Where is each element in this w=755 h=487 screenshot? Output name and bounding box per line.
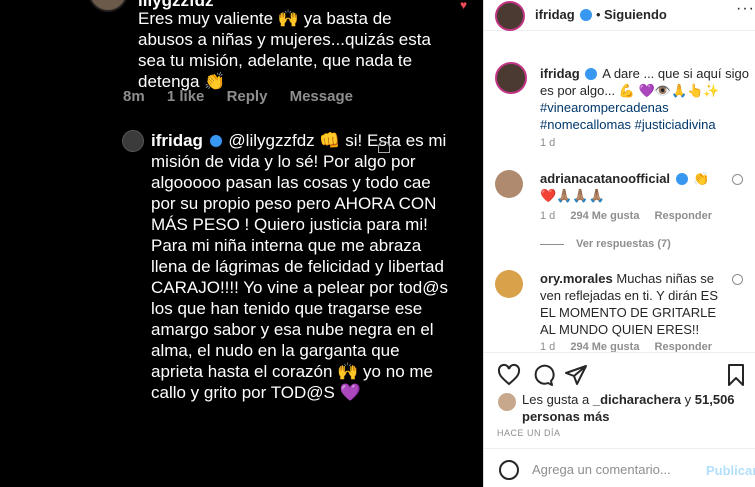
- save-icon[interactable]: [724, 363, 748, 387]
- reply-text: @lilygzzfdz 👊 si! Esta es mi misión de v…: [151, 131, 448, 402]
- following-button[interactable]: Siguiendo: [604, 7, 667, 22]
- meta-likes: 1 like: [166, 88, 205, 105]
- verified-icon: [580, 8, 593, 21]
- likes-prefix: Les gusta a: [522, 392, 590, 407]
- separator-dot: •: [596, 7, 601, 22]
- liker-avatar[interactable]: [497, 392, 517, 412]
- likes-summary: Les gusta a _dicharachera y 51,506 perso…: [522, 391, 752, 425]
- post-timestamp[interactable]: HACE UN DÍA: [497, 428, 561, 438]
- more-options-icon[interactable]: ···: [736, 0, 755, 18]
- comment-avatar[interactable]: [495, 170, 523, 198]
- add-comment-bar: Publicar: [484, 448, 755, 487]
- like-comment-icon[interactable]: [732, 174, 743, 185]
- commenter-avatar: [88, 0, 128, 12]
- verified-icon: [675, 172, 688, 185]
- comment-text-block: adrianacatanoofficial 👏❤️🙏🏽🙏🏽🙏🏽: [540, 170, 725, 204]
- divider-line: [540, 243, 564, 245]
- like-comment-icon[interactable]: [732, 274, 743, 285]
- comment-meta: 8m 1 like Reply Message: [123, 88, 371, 105]
- meta-time: 8m: [123, 88, 145, 105]
- caption-time: 1 d: [540, 137, 556, 149]
- comment-avatar[interactable]: [495, 270, 523, 298]
- meta-reply: Reply: [226, 88, 268, 105]
- comment-likes[interactable]: 294 Me gusta: [570, 210, 639, 222]
- comment-username[interactable]: adrianacatanoofficial: [540, 171, 670, 186]
- meta-message: Message: [289, 88, 353, 105]
- comment-meta: 1 d 294 Me gusta Responder: [540, 210, 724, 222]
- heart-icon[interactable]: [497, 363, 521, 387]
- comment-time: 1 d: [540, 210, 556, 222]
- view-replies-label[interactable]: Ver respuestas (7): [576, 238, 671, 250]
- comment-input[interactable]: [532, 459, 702, 479]
- caption-hashtags[interactable]: #vinearompercadenas #nomecallomas #justi…: [540, 100, 716, 132]
- comment-username[interactable]: ory.morales: [540, 271, 613, 286]
- verified-icon: [209, 134, 222, 147]
- verified-icon: [585, 67, 598, 80]
- header-username-text[interactable]: ifridag: [535, 7, 575, 22]
- header-avatar[interactable]: [495, 1, 525, 31]
- likes-user[interactable]: _dicharachera: [593, 392, 681, 407]
- heart-icon: ♥: [460, 0, 468, 12]
- likes-middle: y: [684, 392, 692, 407]
- caption: ifridag A dare ... que si aquí sigo es p…: [540, 65, 750, 133]
- share-icon[interactable]: [564, 363, 588, 387]
- header-username[interactable]: ifridag: [535, 7, 594, 22]
- reply-text-block: ifridag @lilygzzfdz 👊 si! Esta es mi mis…: [151, 130, 456, 403]
- reply-user: ifridag: [151, 131, 203, 150]
- post-header: ifridag • Siguiendo ···: [484, 0, 755, 31]
- heart-outline-icon: [378, 141, 390, 153]
- publish-button[interactable]: Publicar: [706, 463, 755, 478]
- caption-avatar[interactable]: [495, 62, 527, 94]
- comment-text-block: ory.morales Muchas niñas se ven reflejad…: [540, 270, 725, 338]
- view-replies-button[interactable]: Ver respuestas (7): [540, 238, 671, 250]
- emoji-icon[interactable]: [499, 460, 519, 480]
- reply-avatar: [122, 130, 144, 152]
- post-media[interactable]: lilygzzfdz ♥ Eres muy valiente 🙌 ya bast…: [0, 0, 483, 487]
- dm-screenshot: lilygzzfdz ♥ Eres muy valiente 🙌 ya bast…: [88, 0, 483, 487]
- caption-username[interactable]: ifridag: [540, 66, 580, 81]
- comment-icon[interactable]: [531, 363, 555, 387]
- post-panel: ifridag • Siguiendo ··· ifridag A dare .…: [483, 0, 755, 487]
- top-comment-text: Eres muy valiente 🙌 ya basta de abusos a…: [138, 9, 431, 91]
- action-bar: [484, 352, 755, 394]
- reply-button[interactable]: Responder: [655, 210, 712, 222]
